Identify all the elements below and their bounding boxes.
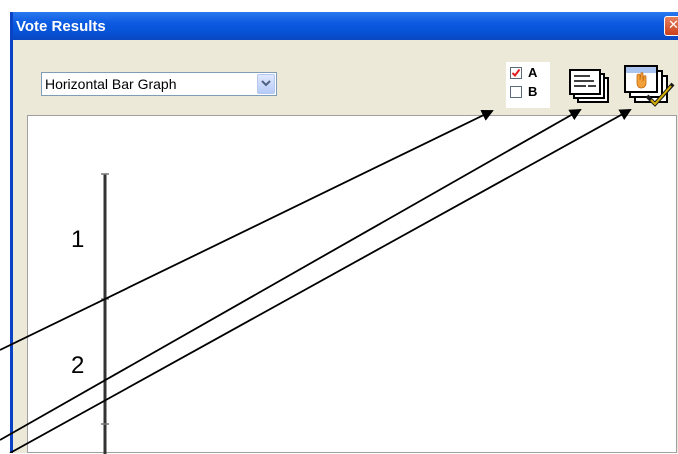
category-label-1: 1 [71,226,85,253]
window-title: Vote Results [16,18,106,35]
chart-panel: 1 2 [27,115,677,454]
category-label-2: 2 [71,352,85,379]
checkbox-a-label: A [528,65,538,80]
raise-hand-button[interactable] [621,62,677,112]
answer-toggle[interactable]: A B [506,62,550,108]
checkbox-checked-icon [511,68,521,78]
chevron-down-icon [261,80,271,87]
list-view-button[interactable] [566,64,612,108]
checkbox-a[interactable] [510,67,522,79]
dropdown-button[interactable] [257,74,275,94]
graph-type-value: Horizontal Bar Graph [45,76,177,92]
title-bar[interactable]: Vote Results ✕ [13,12,678,40]
checkbox-b[interactable] [510,86,522,98]
checkbox-b-label: B [528,84,538,99]
bar-chart [101,173,109,454]
close-icon: ✕ [668,18,678,33]
graph-type-select[interactable]: Horizontal Bar Graph [41,72,277,96]
stacked-list-icon [569,69,609,103]
close-button[interactable]: ✕ [664,16,678,36]
raise-hand-icon [624,65,675,107]
